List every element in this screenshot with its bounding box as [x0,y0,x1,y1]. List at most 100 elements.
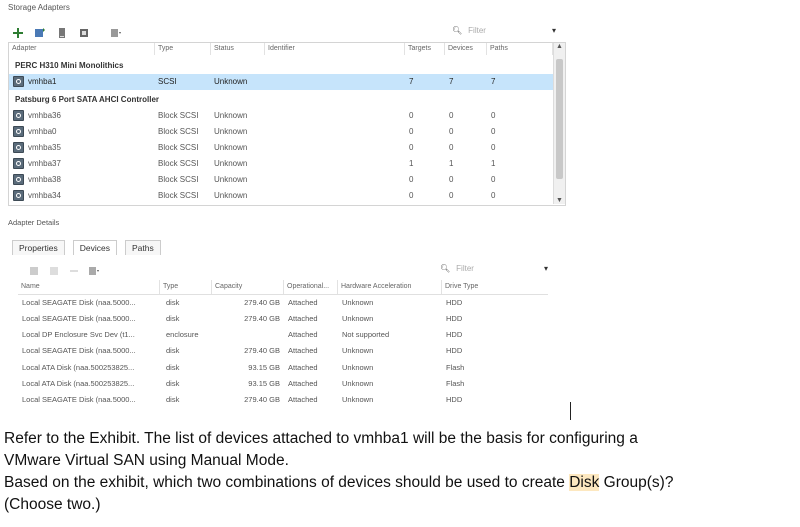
drive-type-cell: Flash [446,379,465,388]
col-targets[interactable]: Targets [405,43,445,55]
paths-cell: 7 [491,77,496,86]
operational-cell: Attached [288,379,318,388]
table-row[interactable]: vmhba34 Block SCSI Unknown 0 0 0 [9,188,553,204]
table-row[interactable]: vmhba1 SCSI Unknown 7 7 7 [9,74,553,90]
status-cell: Unknown [214,127,248,136]
scroll-thumb[interactable] [556,59,563,179]
adapter-name: vmhba38 [28,175,61,184]
status-cell: Unknown [214,111,248,120]
adapters-scrollbar[interactable]: ▲ ▼ [553,43,565,204]
operational-cell: Attached [288,363,318,372]
devices-cell: 0 [449,127,454,136]
table-row[interactable]: vmhba37 Block SCSI Unknown 1 1 1 [9,156,553,172]
scroll-down-icon[interactable]: ▼ [556,197,563,204]
table-row[interactable]: Local ATA Disk (naa.500253825... disk 93… [18,376,548,392]
adapter-cell: vmhba34 [13,188,61,204]
capacity-cell: 279.40 GB [244,395,280,404]
drive-type-cell: Flash [446,363,465,372]
operational-cell: Attached [288,395,318,404]
name-cell: Local SEAGATE Disk (naa.5000... [22,346,136,355]
paths-cell: 0 [491,143,496,152]
targets-cell: 7 [409,77,414,86]
adapter-icon [13,110,24,122]
table-row[interactable]: vmhba38 Block SCSI Unknown 0 0 0 [9,172,553,188]
type-cell: Block SCSI [158,143,199,152]
type-cell: Block SCSI [158,127,199,136]
col-operational[interactable]: Operational... [284,280,338,294]
col-paths[interactable]: Paths [487,43,553,55]
search-icon: 🔍︎ [440,264,451,273]
drive-type-cell: HDD [446,330,463,339]
col-type[interactable]: Type [160,280,212,294]
table-row[interactable]: vmhba0 Block SCSI Unknown 0 0 0 [9,124,553,140]
adapter-name: vmhba35 [28,143,61,152]
add-icon[interactable] [12,26,24,38]
tab-devices[interactable]: Devices [72,240,117,255]
chevron-down-icon[interactable]: ▾ [552,26,556,35]
devices-cell: 1 [449,159,454,168]
actions-icon[interactable] [88,264,100,276]
col-capacity[interactable]: Capacity [212,280,284,294]
adapter-name: vmhba34 [28,191,61,200]
hw-accel-cell: Unknown [342,298,374,307]
devices-filter[interactable]: 🔍︎ Filter ▾ [440,264,548,273]
table-row[interactable]: Local DP Enclosure Svc Dev (t1... enclos… [18,327,548,343]
type-cell: disk [166,363,180,372]
text-cursor [570,402,571,420]
table-row[interactable]: Local SEAGATE Disk (naa.5000... disk 279… [18,295,548,311]
table-row[interactable]: Local SEAGATE Disk (naa.5000... disk 279… [18,392,548,408]
name-cell: Local SEAGATE Disk (naa.5000... [22,314,136,323]
col-hw-accel[interactable]: Hardware Acceleration [338,280,442,294]
question-text: Refer to the Exhibit. The list of device… [4,428,796,516]
type-cell: SCSI [158,77,177,86]
drive-type-cell: HDD [446,395,463,404]
detach-icon[interactable] [48,264,60,276]
rescan-icon[interactable] [34,26,46,38]
col-identifier[interactable]: Identifier [265,43,405,55]
type-cell: Block SCSI [158,191,199,200]
adapter-filter[interactable]: 🔍︎ Filter ▾ [452,26,556,35]
rename-icon[interactable] [68,264,80,276]
col-drive-type[interactable]: Drive Type [442,280,548,294]
targets-cell: 0 [409,175,414,184]
operational-cell: Attached [288,346,318,355]
tab-paths[interactable]: Paths [124,240,161,255]
storage-icon[interactable] [56,26,68,38]
chevron-down-icon[interactable]: ▾ [544,264,548,273]
question-line: Based on the exhibit, which two combinat… [4,472,796,494]
refresh-icon[interactable] [78,26,90,38]
hw-accel-cell: Unknown [342,395,374,404]
scroll-up-icon[interactable]: ▲ [556,43,563,50]
table-row[interactable]: Local ATA Disk (naa.500253825... disk 93… [18,360,548,376]
table-row[interactable]: vmhba35 Block SCSI Unknown 0 0 0 [9,140,553,156]
table-row[interactable]: Local SEAGATE Disk (naa.5000... disk 279… [18,311,548,327]
drive-type-cell: HDD [446,346,463,355]
devices-cell: 0 [449,111,454,120]
table-row[interactable]: Local SEAGATE Disk (naa.5000... disk 279… [18,343,548,359]
capacity-cell: 93.15 GB [248,379,280,388]
hw-accel-cell: Unknown [342,314,374,323]
targets-cell: 0 [409,143,414,152]
devices-cell: 7 [449,77,454,86]
adapter-icon [13,76,24,88]
table-row[interactable]: vmhba36 Block SCSI Unknown 0 0 0 [9,108,553,124]
type-cell: Block SCSI [158,175,199,184]
col-devices[interactable]: Devices [445,43,487,55]
operational-cell: Attached [288,314,318,323]
tab-properties[interactable]: Properties [12,240,65,255]
attach-icon[interactable] [28,264,40,276]
col-adapter[interactable]: Adapter [9,43,155,55]
adapter-icon [13,158,24,170]
col-status[interactable]: Status [211,43,265,55]
type-cell: enclosure [166,330,199,339]
col-type[interactable]: Type [155,43,211,55]
drive-type-cell: HDD [446,298,463,307]
actions-icon[interactable] [110,26,122,38]
question-line: (Choose two.) [4,496,101,513]
question-line: Refer to the Exhibit. The list of device… [4,430,638,447]
col-name[interactable]: Name [18,280,160,294]
paths-cell: 0 [491,111,496,120]
details-tabs: Properties Devices Paths [12,240,161,255]
section-title: Storage Adapters [8,3,70,12]
adapter-group: Patsburg 6 Port SATA AHCI Controller [15,95,160,104]
